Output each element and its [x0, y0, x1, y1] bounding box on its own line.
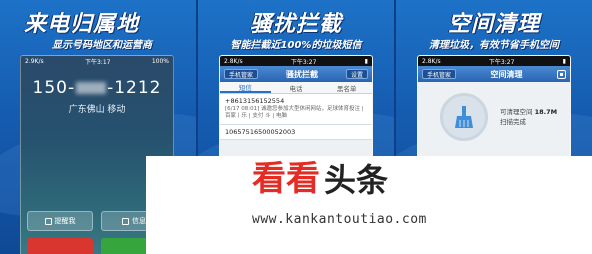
- back-button[interactable]: 手机管家: [422, 69, 457, 79]
- status-bar: 2.8K/s 下午3:27 ▮: [220, 56, 372, 66]
- message-sender: 10657516500052003: [225, 127, 296, 136]
- panel-headline: 空间清理: [447, 12, 540, 37]
- panel-subline: 智能拦截近100%的垃圾短信: [230, 40, 362, 51]
- nav-title: 骚扰拦截: [286, 69, 318, 79]
- tab-blacklist[interactable]: 黑名单: [321, 82, 372, 93]
- number-prefix: 150-: [32, 78, 76, 98]
- message-preview: [6/17 08:01] 诚邀您参加大型休闲网站，足球体育投注 | 百家丨乐 |…: [225, 106, 364, 120]
- watermark-logo: 看看 头条: [252, 162, 388, 196]
- broom-icon[interactable]: [440, 93, 488, 141]
- status-bar: 2.9K/s 下午3:17 100%: [21, 56, 173, 66]
- watermark-url: www.kankantoutiao.com: [252, 212, 427, 227]
- list-item[interactable]: +8613156152554 [6/17 08:01] 诚邀您参加大型休闲网站，…: [220, 94, 372, 125]
- list-item[interactable]: 10657516500052003: [220, 124, 372, 140]
- watermark: 看看 头条 www.kankantoutiao.com: [146, 156, 592, 254]
- network-speed: 2.8K/s: [422, 57, 441, 65]
- battery-level: 100%: [151, 57, 169, 65]
- panel-headline: 骚扰拦截: [249, 12, 342, 37]
- logo-red-text: 看看: [252, 159, 320, 199]
- status-time: 下午3:17: [84, 58, 111, 66]
- tab-calls[interactable]: 电话: [271, 82, 322, 93]
- nav-bar: 手机管家 空间清理: [418, 66, 570, 82]
- status-bar: 2.8K/s 下午3:27 ▮: [418, 56, 570, 66]
- clean-size: 18.7M: [534, 107, 558, 116]
- message-label: 信息: [132, 217, 146, 225]
- nav-bar: 手机管家 骚扰拦截 设置: [220, 66, 372, 82]
- battery-level: ▮: [562, 57, 566, 65]
- panel-headline: 来电归属地: [24, 12, 140, 37]
- back-button[interactable]: 手机管家: [224, 69, 259, 79]
- incoming-number: 150- -1212: [21, 78, 173, 98]
- battery-level: ▮: [364, 57, 368, 65]
- message-icon: [122, 217, 129, 225]
- clock-icon: [44, 217, 52, 225]
- promo-banner: 来电归属地 显示号码地区和运营商 2.9K/s 下午3:17 100% 150-…: [0, 0, 592, 254]
- tab-sms[interactable]: 短信: [220, 82, 271, 93]
- caller-location: 广东佛山 移动: [68, 105, 126, 115]
- status-time: 下午3:27: [290, 58, 317, 66]
- nav-title: 空间清理: [490, 69, 523, 79]
- message-sender: +8613156152554: [225, 97, 285, 105]
- remind-me-label: 提醒我: [54, 217, 76, 225]
- scan-status: 扫描完成: [500, 118, 526, 126]
- panel-subline: 清理垃圾，有效节省手机空间: [429, 40, 559, 51]
- panel-subline: 显示号码地区和运营商: [52, 40, 152, 51]
- logo-dark-text: 头条: [324, 161, 389, 199]
- settings-button[interactable]: 设置: [345, 69, 368, 79]
- network-speed: 2.9K/s: [25, 57, 44, 65]
- tab-bar: 短信 电话 黑名单: [220, 82, 372, 94]
- network-speed: 2.8K/s: [224, 57, 243, 65]
- share-icon[interactable]: [556, 69, 566, 79]
- number-suffix: -1212: [107, 78, 162, 98]
- decline-button[interactable]: [27, 238, 93, 254]
- number-mask: [76, 82, 107, 94]
- clean-summary: 可清理空间 18.7M 扫描完成: [418, 82, 570, 152]
- remind-me-button[interactable]: 提醒我: [27, 211, 93, 231]
- clean-label: 可清理空间: [500, 107, 533, 116]
- clean-info: 可清理空间 18.7M 扫描完成: [500, 107, 557, 128]
- status-time: 下午3:27: [488, 58, 515, 66]
